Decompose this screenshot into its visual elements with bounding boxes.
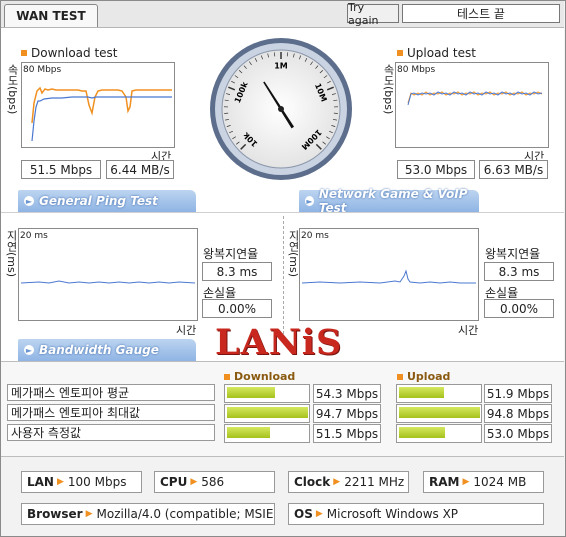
upload-chart: 80 Mbps xyxy=(395,62,549,148)
gauge-scale-label: 1M xyxy=(274,62,288,71)
upload-bar-fill xyxy=(399,387,444,398)
clock-info: Clock ▶ 2211 MHz xyxy=(288,471,409,493)
download-compare-value: 54.3 Mbps xyxy=(313,384,381,403)
ram-label: RAM xyxy=(429,475,460,489)
upload-compare-value: 94.8 Mbps xyxy=(484,404,552,423)
ping-right-chart: 20 ms xyxy=(299,228,479,321)
speed-gauge: 10k100k1M10M100M xyxy=(210,38,352,180)
arrow-right-icon: ► xyxy=(305,196,314,206)
arrow-right-icon: ▶ xyxy=(190,477,198,487)
download-mbps-value: 51.5 Mbps xyxy=(21,160,101,179)
tab-bandwidth-gauge-label: Bandwidth Gauge xyxy=(39,343,159,357)
browser-info: Browser▶Mozilla/4.0 (compatible; MSIE 6.… xyxy=(21,503,275,525)
os-label: OS xyxy=(294,507,313,521)
orange-square-icon xyxy=(21,50,27,56)
compare-download-head-text: Download xyxy=(234,370,296,383)
upload-bar-track xyxy=(396,404,482,423)
lan-info: LAN ▶ 100 Mbps xyxy=(21,471,142,493)
tab-network-game-voip[interactable]: ► Network Game & VoIP Test xyxy=(299,187,479,215)
upload-bar-fill xyxy=(399,427,445,438)
ping-right-rtt-label: 왕복지연율 xyxy=(485,247,541,261)
lanis-logo: LANiS xyxy=(215,322,343,363)
compare-row-label: 메가패스 엔토피아 최대값 xyxy=(7,404,215,421)
arrow-right-icon: ► xyxy=(24,196,34,206)
upload-mbps-value: 53.0 Mbps xyxy=(397,160,475,179)
try-again-button[interactable]: Try again xyxy=(347,1,399,27)
arrow-right-icon: ▶ xyxy=(333,477,341,487)
ping-left-chart: 20 ms xyxy=(18,228,198,321)
ram-value: 1024 MB xyxy=(473,475,527,489)
upload-mbs-value: 6.63 MB/s xyxy=(479,160,548,179)
os-info: OS ▶ Microsoft Windows XP xyxy=(288,503,544,525)
download-bar-fill xyxy=(227,427,270,438)
ping-right-x-label: 시간 xyxy=(458,324,479,337)
upload-bar-track xyxy=(396,384,482,403)
ping-right-rtt-value: 8.3 ms xyxy=(484,262,554,281)
arrow-right-icon: ▶ xyxy=(56,477,64,487)
upload-lines xyxy=(407,91,543,106)
ping-right-loss-value: 0.00% xyxy=(484,299,554,318)
arrow-right-icon: ▶ xyxy=(85,509,93,519)
ping-left-rtt-value: 8.3 ms xyxy=(202,262,272,281)
os-value: Microsoft Windows XP xyxy=(326,507,459,521)
upload-y-label: 속도(bps) xyxy=(382,64,395,115)
lan-value: 100 Mbps xyxy=(67,475,127,489)
ram-info: RAM ▶ 1024 MB xyxy=(423,471,544,493)
upload-title-text: Upload test xyxy=(407,46,476,60)
upload-compare-value: 53.0 Mbps xyxy=(484,424,552,443)
download-chart: 80 Mbps xyxy=(21,62,175,148)
tab-general-ping-test[interactable]: ► General Ping Test xyxy=(18,190,196,212)
ping-left-line xyxy=(20,280,196,284)
tab-bandwidth-gauge[interactable]: ► Bandwidth Gauge xyxy=(18,339,196,361)
compare-upload-head-text: Upload xyxy=(407,370,451,383)
browser-value: Mozilla/4.0 (compatible; MSIE 6.0 xyxy=(96,507,274,521)
compare-upload-head: Upload xyxy=(397,370,450,383)
cpu-value: 586 xyxy=(201,475,225,489)
download-bar-track xyxy=(224,424,310,443)
tab-general-ping-test-label: General Ping Test xyxy=(39,194,158,208)
download-lines xyxy=(31,86,172,142)
ping-left-x-label: 시간 xyxy=(176,324,197,337)
compare-download-head: Download xyxy=(224,370,295,383)
download-bar-track xyxy=(224,404,310,423)
download-title-text: Download test xyxy=(31,46,118,60)
orange-square-icon xyxy=(397,50,403,56)
download-title: Download test xyxy=(21,46,118,60)
compare-row-label: 메가패스 엔토피아 평균 xyxy=(7,384,215,401)
browser-label: Browser xyxy=(27,507,83,521)
arrow-right-icon: ▶ xyxy=(315,509,323,519)
ping-left-rtt-label: 왕복지연율 xyxy=(203,247,259,261)
cpu-label: CPU xyxy=(160,475,188,489)
download-bar-fill xyxy=(227,407,308,418)
lan-label: LAN xyxy=(27,475,54,489)
ping-left-y-label: 지연(ms) xyxy=(5,230,18,278)
download-compare-value: 94.7 Mbps xyxy=(313,404,381,423)
ping-right-line xyxy=(301,269,476,284)
download-bar-track xyxy=(224,384,310,403)
download-mbs-value: 6.44 MB/s xyxy=(106,160,174,179)
cpu-info: CPU ▶ 586 xyxy=(154,471,275,493)
upload-title: Upload test xyxy=(397,46,476,60)
download-bar-fill xyxy=(227,387,275,398)
upload-bar-fill xyxy=(399,407,480,418)
tab-wan-test[interactable]: WAN TEST xyxy=(4,4,98,27)
download-compare-value: 51.5 Mbps xyxy=(313,424,381,443)
orange-square-icon xyxy=(224,373,230,380)
arrow-right-icon: ▶ xyxy=(462,477,470,487)
orange-square-icon xyxy=(397,373,403,380)
tab-network-game-voip-label: Network Game & VoIP Test xyxy=(318,187,468,215)
compare-row-label: 사용자 측정값 xyxy=(7,424,215,441)
upload-compare-value: 51.9 Mbps xyxy=(484,384,552,403)
status-field: 테스트 끝 xyxy=(402,4,560,23)
clock-value: 2211 MHz xyxy=(344,475,405,489)
clock-label: Clock xyxy=(294,475,331,489)
arrow-right-icon: ► xyxy=(24,345,34,355)
upload-bar-track xyxy=(396,424,482,443)
ping-left-loss-value: 0.00% xyxy=(202,299,272,318)
download-y-label: 속도(bps) xyxy=(6,64,19,115)
